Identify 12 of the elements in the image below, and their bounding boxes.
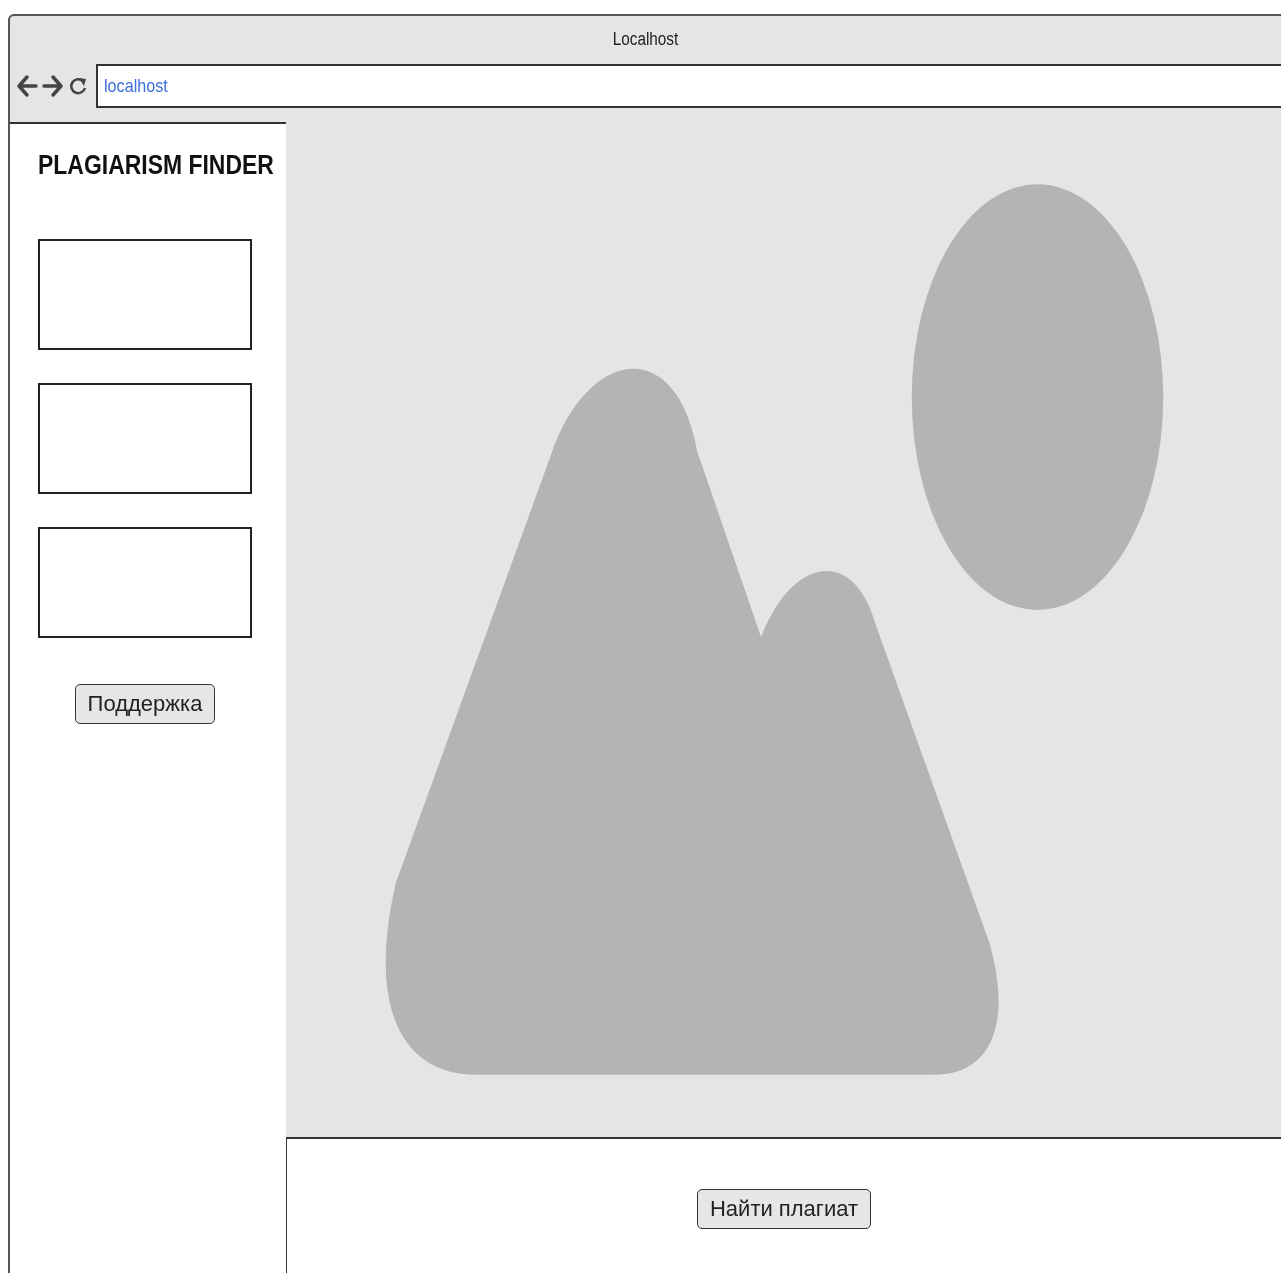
find-plagiarism-button[interactable]: Найти плагиат xyxy=(697,1189,871,1229)
input-field[interactable] xyxy=(38,239,252,350)
address-bar[interactable]: localhost xyxy=(96,64,1281,108)
input-field[interactable] xyxy=(38,383,252,494)
url-text: localhost xyxy=(104,75,168,97)
support-button[interactable]: Поддержка xyxy=(74,684,216,724)
window-title: Localhost xyxy=(612,28,679,50)
app-title: PLAGIARISM FINDER xyxy=(38,150,274,181)
input-field[interactable] xyxy=(38,527,252,638)
forward-arrow-icon[interactable] xyxy=(42,74,64,98)
reload-icon[interactable] xyxy=(68,75,88,97)
back-arrow-icon[interactable] xyxy=(16,74,38,98)
